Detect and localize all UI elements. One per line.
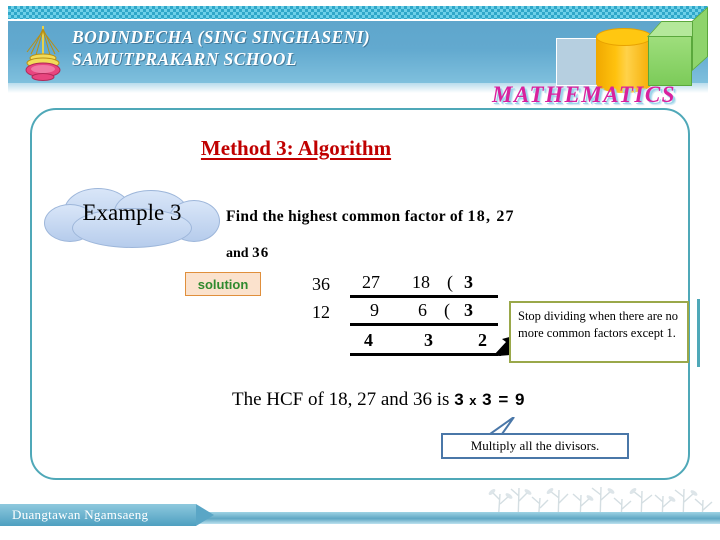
division-cell-r1c2: 18 <box>412 272 430 292</box>
school-name: BODINDECHA (SING SINGHASENI) SAMUTPRAKAR… <box>72 27 371 69</box>
division-divisor-row-2: 12 <box>312 302 330 322</box>
division-result-c3: 2 <box>478 330 487 350</box>
division-cell-r2c1: 9 <box>370 300 379 320</box>
subject-wordmark: MATHEMATICS <box>492 82 676 107</box>
division-bar-row-1: 27 18 ( 3 <box>350 272 498 298</box>
example-cloud-badge: Example 3 <box>42 188 222 250</box>
stop-dividing-note: Stop dividing when there are no more com… <box>509 301 689 363</box>
multiply-note-text: Multiply all the divisors. <box>470 438 600 453</box>
division-result-row: 4 3 2 <box>350 330 498 356</box>
hcf-conclusion: The HCF of 18, 27 and 36 is 3 x 3 = 9 <box>232 389 525 411</box>
hcf-answer-result: 9 <box>514 390 526 409</box>
division-quotient-r2: 3 <box>464 300 473 320</box>
division-paren-r2: ( <box>444 300 450 320</box>
question-numbers-b: 36 <box>252 245 270 261</box>
example-label: Example 3 <box>82 200 182 225</box>
footer-tag-arrow-icon <box>196 504 214 526</box>
hcf-answer: 3 x 3 = 9 <box>454 390 525 409</box>
question-line-1: Find the highest common factor of 18, 27 <box>226 208 515 226</box>
division-row-2: 12 9 6 ( 3 <box>300 300 520 330</box>
question-text-a: Find the highest common factor of <box>226 208 468 225</box>
school-emblem-icon <box>22 24 64 82</box>
frame-edge-accent <box>697 299 700 367</box>
hcf-conclusion-text: The HCF of 18, 27 and 36 is <box>232 389 455 410</box>
division-quotient-r1: 3 <box>464 272 473 292</box>
division-cell-r1c1: 27 <box>362 272 380 292</box>
division-result-c1: 4 <box>364 330 373 350</box>
multiply-divisors-note: Multiply all the divisors. <box>441 433 629 459</box>
footer-author-name: Duangtawan Ngamsaeng <box>12 507 149 522</box>
hcf-answer-b: 3 <box>482 390 493 409</box>
division-bar-row-2: 9 6 ( 3 <box>350 300 498 326</box>
division-row-1: 36 27 18 ( 3 <box>300 272 520 302</box>
question-numbers-a: 18, 27 <box>467 208 515 225</box>
question-text-b: and <box>226 246 253 261</box>
solution-label: solution <box>197 276 249 292</box>
slide-canvas: BODINDECHA (SING SINGHASENI) SAMUTPRAKAR… <box>0 0 720 540</box>
division-paren-r1: ( <box>447 272 453 292</box>
solution-badge: solution <box>185 272 261 296</box>
question-line-2: and 36 <box>226 245 269 262</box>
hcf-answer-times: x <box>464 393 483 408</box>
hcf-answer-equals: = <box>492 390 515 409</box>
header-texture-strip <box>8 6 708 19</box>
division-algorithm-table: 36 27 18 ( 3 12 9 6 ( 3 4 3 2 <box>300 272 520 356</box>
hcf-answer-a: 3 <box>454 390 465 409</box>
division-result-c2: 3 <box>424 330 433 350</box>
cube-shape-icon <box>647 6 708 88</box>
page-title: Method 3: Algorithm <box>200 136 392 160</box>
division-divisor-row-1: 36 <box>312 274 330 294</box>
division-cell-r2c2: 6 <box>418 300 427 320</box>
